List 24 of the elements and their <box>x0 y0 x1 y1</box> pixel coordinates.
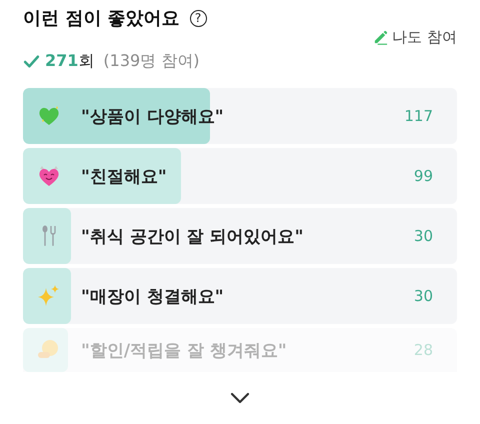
keyword-bar[interactable]: "친절해요" 99 <box>23 148 457 204</box>
join-button[interactable]: 나도 참여 <box>373 28 457 47</box>
keyword-count: 30 <box>414 287 433 305</box>
keyword-bar[interactable]: "상품이 다양해요" 117 <box>23 88 457 144</box>
heart-icon <box>37 104 61 128</box>
vote-count: 271회 <box>45 51 94 72</box>
keyword-label: "친절해요" <box>81 166 168 188</box>
participant-count: (139명 참여) <box>103 51 200 72</box>
chevron-down-icon[interactable] <box>230 392 250 404</box>
section-title: 이런 점이 좋았어요 <box>23 7 180 30</box>
keyword-label: "상품이 다양해요" <box>81 106 225 128</box>
keyword-label: "취식 공간이 잘 되어있어요" <box>81 226 304 248</box>
smiling-heart-icon <box>37 164 61 188</box>
pencil-icon <box>373 30 388 45</box>
keyword-count: 28 <box>414 341 433 359</box>
check-icon <box>23 53 40 70</box>
keyword-count: 117 <box>404 107 433 125</box>
keyword-bar[interactable]: "취식 공간이 잘 되어있어요" 30 <box>23 208 457 264</box>
keyword-label: "할인/적립을 잘 챙겨줘요" <box>81 340 288 362</box>
keyword-count: 99 <box>414 167 433 185</box>
keyword-count: 30 <box>414 227 433 245</box>
keyword-bar[interactable]: "매장이 청결해요" 30 <box>23 268 457 324</box>
help-icon[interactable]: ? <box>190 10 207 26</box>
keyword-label: "매장이 청결해요" <box>81 286 225 308</box>
